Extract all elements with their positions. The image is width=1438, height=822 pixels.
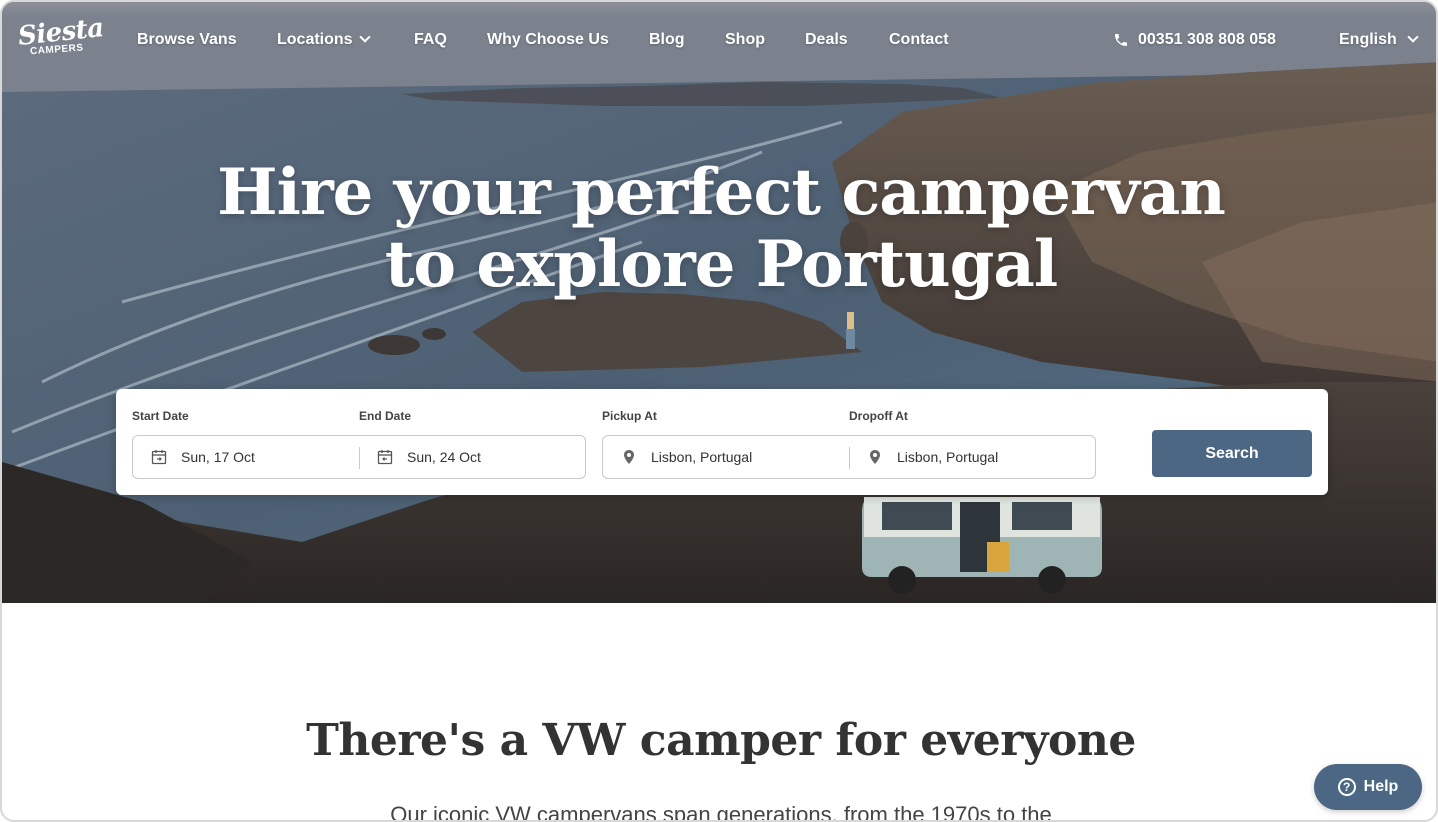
chevron-down-icon bbox=[358, 31, 371, 43]
dropoff-location-value: Lisbon, Portugal bbox=[897, 449, 999, 465]
page: Siesta CAMPERS Browse Vans Locations FAQ… bbox=[0, 0, 1438, 822]
phone-icon bbox=[1115, 34, 1127, 46]
map-pin-icon bbox=[870, 450, 880, 464]
pickup-location-input[interactable]: Lisbon, Portugal bbox=[621, 436, 846, 478]
hero-headline-line2: to explore Portugal bbox=[384, 227, 1058, 302]
nav-blog[interactable]: Blog bbox=[649, 31, 685, 49]
nav-locations[interactable]: Locations bbox=[277, 31, 371, 49]
end-date-value: Sun, 24 Oct bbox=[407, 449, 481, 465]
dropoff-location-input[interactable]: Lisbon, Portugal bbox=[867, 436, 1087, 478]
section-title: There's a VW camper for everyone bbox=[306, 715, 1136, 766]
calendar-icon bbox=[151, 450, 167, 465]
nav-deals[interactable]: Deals bbox=[805, 31, 848, 49]
date-range-field: Sun, 17 Oct Sun, 24 Oct bbox=[132, 435, 586, 479]
question-circle-icon: ? bbox=[1337, 778, 1356, 796]
language-label: English bbox=[1339, 31, 1397, 48]
location-field: Lisbon, Portugal Lisbon, Portugal bbox=[602, 435, 1096, 479]
help-button[interactable]: ? Help bbox=[1314, 764, 1422, 810]
section-description: Our iconic VW campervans span generation… bbox=[390, 802, 1052, 822]
dropoff-label: Dropoff At bbox=[849, 409, 908, 423]
language-selector[interactable]: English bbox=[1339, 31, 1419, 49]
start-date-value: Sun, 17 Oct bbox=[181, 449, 255, 465]
end-date-label: End Date bbox=[359, 409, 412, 423]
hero-headline: Hire your perfect campervan to explore P… bbox=[2, 155, 1436, 302]
nav-browse-vans[interactable]: Browse Vans bbox=[137, 31, 237, 49]
start-date-label: Start Date bbox=[132, 409, 189, 423]
date-divider bbox=[359, 447, 360, 469]
pickup-location-value: Lisbon, Portugal bbox=[651, 449, 753, 465]
end-date-input[interactable]: Sun, 24 Oct bbox=[377, 436, 577, 478]
top-navigation: Siesta CAMPERS Browse Vans Locations FAQ… bbox=[2, 2, 1436, 80]
nav-why-choose-us[interactable]: Why Choose Us bbox=[487, 31, 609, 49]
map-pin-icon bbox=[624, 450, 634, 464]
start-date-input[interactable]: Sun, 17 Oct bbox=[151, 436, 356, 478]
chevron-down-icon bbox=[1407, 31, 1419, 43]
nav-locations-label: Locations bbox=[277, 31, 353, 48]
nav-contact[interactable]: Contact bbox=[889, 31, 949, 49]
location-divider bbox=[849, 447, 850, 469]
nav-shop[interactable]: Shop bbox=[725, 31, 765, 49]
hero-headline-line1: Hire your perfect campervan bbox=[217, 155, 1226, 230]
help-label: Help bbox=[1363, 778, 1399, 795]
hero-section: Siesta CAMPERS Browse Vans Locations FAQ… bbox=[2, 2, 1436, 603]
phone-number-link[interactable]: 00351 308 808 058 bbox=[1138, 31, 1276, 49]
search-button[interactable]: Search bbox=[1152, 430, 1312, 477]
pickup-label: Pickup At bbox=[602, 409, 657, 423]
siesta-campers-logo[interactable]: Siesta CAMPERS bbox=[17, 13, 105, 62]
calendar-icon bbox=[377, 450, 393, 465]
nav-faq[interactable]: FAQ bbox=[414, 31, 447, 49]
hero-background-image bbox=[2, 2, 1436, 603]
booking-search-form: Start Date End Date Pickup At Dropoff At… bbox=[116, 389, 1328, 495]
